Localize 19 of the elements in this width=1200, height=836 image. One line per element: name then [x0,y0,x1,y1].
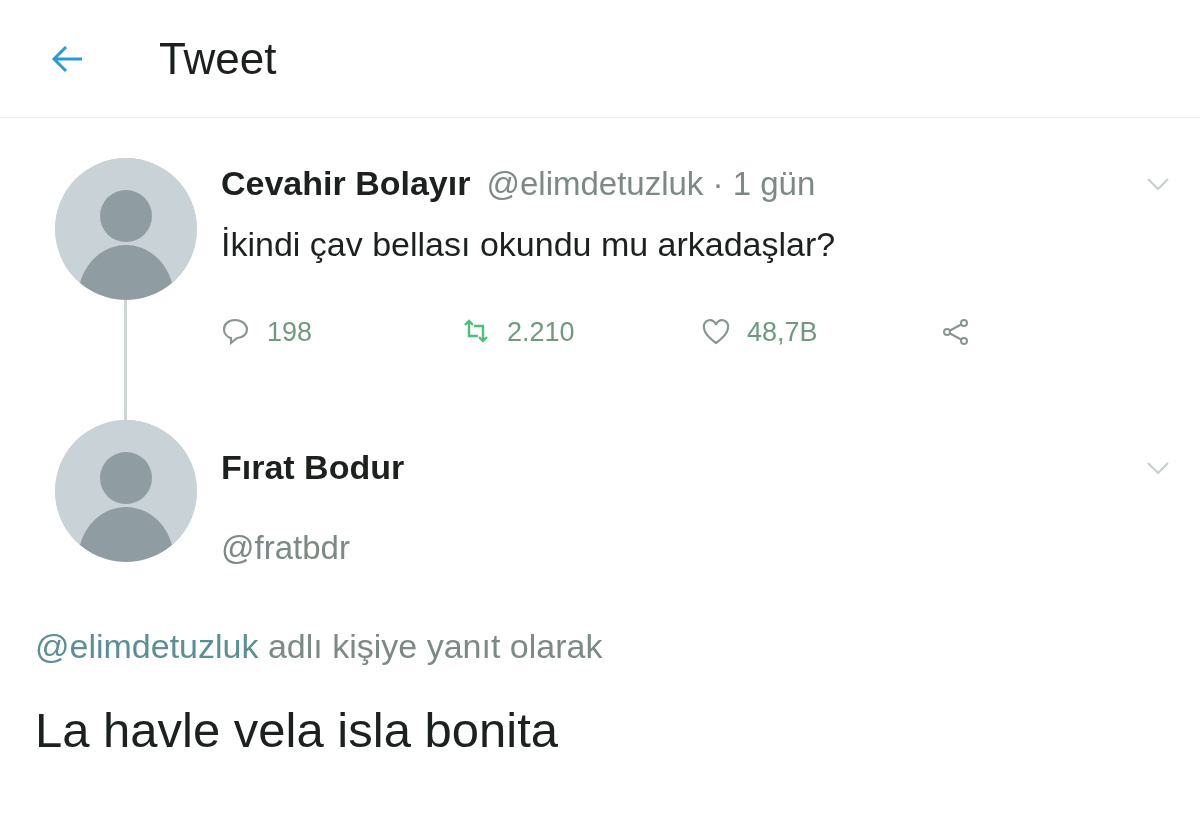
back-arrow-icon[interactable] [50,43,84,74]
action-count: 2.210 [507,316,575,349]
avatar-silhouette[interactable] [55,158,197,300]
author-handle: @fratbdr [221,528,351,568]
avatar-silhouette[interactable] [55,420,197,562]
chevron-down-icon[interactable] [1146,176,1170,191]
chevron-down-icon[interactable] [1146,460,1170,475]
tweet-meta: @elimdetuzluk · 1 gün [486,163,816,204]
author-name: Fırat Bodur [221,447,405,488]
action-count: 48,7B [747,316,818,349]
mention-link[interactable]: @elimdetuzluk [35,626,259,665]
page-title: Tweet [159,32,277,85]
tweet-text: İkindi çav bellası okundu mu arkadaşlar? [221,224,837,265]
reply-icon[interactable] [221,317,251,348]
author-name: Cevahir Bolayır [221,163,471,204]
action-count: 198 [267,316,313,349]
share-icon[interactable] [941,317,971,348]
reply-context: @elimdetuzluk adlı kişiye yanıt olarak [34,625,604,667]
tweet-text: La havle vela isla bonita [34,701,560,759]
